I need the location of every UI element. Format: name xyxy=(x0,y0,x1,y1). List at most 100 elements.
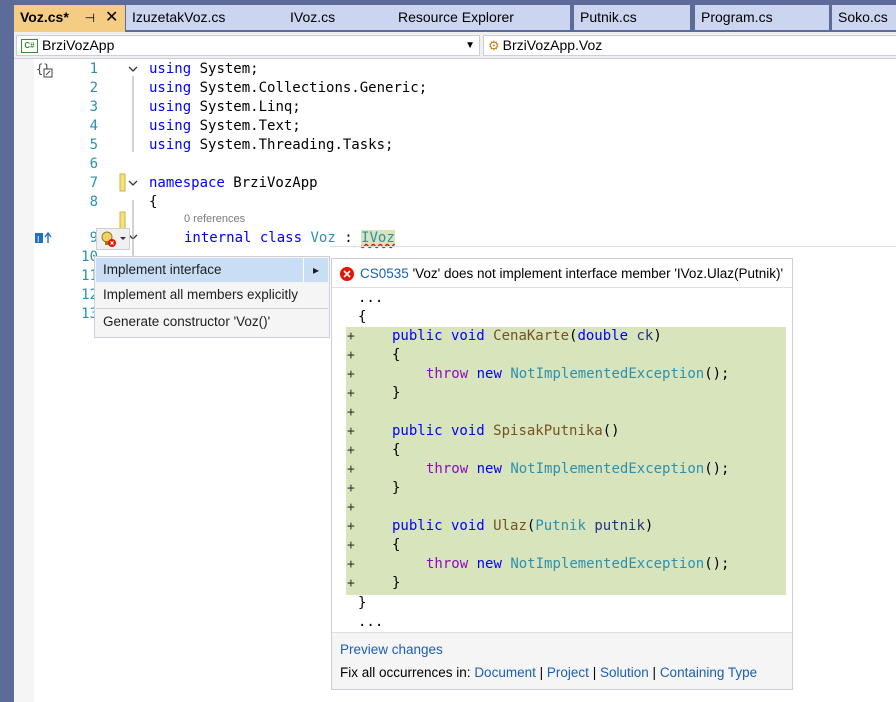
chevron-down-icon: ▼ xyxy=(465,40,475,51)
tab-resource-explorer[interactable]: Resource Explorer xyxy=(392,5,570,30)
tab-izuzetakvoz-cs[interactable]: IzuzetakVoz.cs xyxy=(126,5,292,30)
csharp-project-icon: C# xyxy=(21,39,38,54)
preview-throw-line: throw new NotImplementedException(); xyxy=(426,556,730,572)
menu-item-implement-interface[interactable]: Implement interface ▸ xyxy=(96,258,328,282)
diff-plus-marker: + xyxy=(347,500,355,515)
current-line-border xyxy=(330,246,896,247)
svg-text:I: I xyxy=(37,235,39,244)
diff-plus-marker: + xyxy=(347,538,355,553)
line-number: 2 xyxy=(89,80,98,96)
menu-item-generate-constructor[interactable]: Generate constructor 'Voz()' xyxy=(96,310,328,334)
preview-throw-line: throw new NotImplementedException(); xyxy=(426,461,730,477)
menu-divider xyxy=(96,308,328,309)
error-message: 'Voz' does not implement interface membe… xyxy=(412,266,784,281)
scope-project-link[interactable]: Project xyxy=(547,665,589,680)
fix-all-row: Fix all occurrences in: Document | Proje… xyxy=(340,665,757,680)
tab-program-cs[interactable]: Program.cs xyxy=(695,5,829,30)
line-number: 5 xyxy=(89,137,98,153)
line-number: 8 xyxy=(89,194,98,210)
preview-code-line: } xyxy=(392,385,401,401)
diff-plus-marker: + xyxy=(347,481,355,496)
preview-method-signature: public void SpisakPutnika() xyxy=(392,423,620,439)
indicator-margin xyxy=(14,59,34,702)
document-tab-bar: Voz.cs* ⊣ ✕ IzuzetakVoz.cs IVoz.cs Resou… xyxy=(14,0,896,32)
line-number: 6 xyxy=(89,156,98,172)
diff-plus-marker: + xyxy=(347,386,355,401)
error-description: CS0535 'Voz' does not implement interfac… xyxy=(360,266,783,281)
error-code-link[interactable]: CS0535 xyxy=(360,266,409,281)
diff-plus-marker: + xyxy=(347,576,355,591)
project-dropdown[interactable]: C# BrziVozApp ▼ xyxy=(16,35,480,56)
preview-changes-link[interactable]: Preview changes xyxy=(340,642,443,657)
left-frame-strip xyxy=(0,0,14,702)
preview-code-line: { xyxy=(392,347,401,363)
pin-icon[interactable]: ⊣ xyxy=(85,11,95,25)
tab-soko-cs[interactable]: Soko.cs xyxy=(832,5,896,30)
line-number: 9 xyxy=(89,230,98,246)
tab-label: Program.cs xyxy=(701,9,773,25)
preview-footer: Preview changes Fix all occurrences in: … xyxy=(332,632,792,689)
lightbulb-button[interactable] xyxy=(96,228,130,250)
preview-ellipsis: ... xyxy=(358,290,384,306)
project-name: BrziVozApp xyxy=(42,37,115,53)
code-line: namespace BrziVozApp xyxy=(149,175,318,191)
preview-header-divider xyxy=(332,287,792,288)
scope-containing-type-link[interactable]: Containing Type xyxy=(660,665,757,680)
code-line: using System.Linq; xyxy=(149,99,301,115)
preview-code-line: } xyxy=(392,575,401,591)
lightbulb-error-icon xyxy=(101,231,126,247)
tab-label: IzuzetakVoz.cs xyxy=(132,9,226,25)
tab-label: Putnik.cs xyxy=(580,9,637,25)
preview-code-line: } xyxy=(392,480,401,496)
menu-item-label: Generate constructor 'Voz()' xyxy=(103,314,271,329)
preview-method-signature: public void CenaKarte(double ck) xyxy=(392,328,662,344)
tab-label: Resource Explorer xyxy=(398,9,514,25)
code-line: using System.Collections.Generic; xyxy=(149,80,428,96)
preview-changes-panel: CS0535 'Voz' does not implement interfac… xyxy=(331,258,793,690)
preview-code-line: { xyxy=(392,442,401,458)
preview-code-line: { xyxy=(392,537,401,553)
menu-item-implement-all-explicitly[interactable]: Implement all members explicitly xyxy=(96,283,328,307)
separator: | xyxy=(652,665,657,680)
code-line: using System.Threading.Tasks; xyxy=(149,137,394,153)
codelens-references[interactable]: 0 references xyxy=(184,213,245,225)
diff-plus-marker: + xyxy=(347,462,355,477)
close-icon[interactable]: ✕ xyxy=(105,9,118,26)
tab-voz-cs[interactable]: Voz.cs* ⊣ ✕ xyxy=(14,5,125,32)
line-number: 3 xyxy=(89,99,98,115)
scope-document-link[interactable]: Document xyxy=(474,665,536,680)
diff-plus-marker: + xyxy=(347,443,355,458)
line-number: 4 xyxy=(89,118,98,134)
type-dropdown[interactable]: ⚙ BrziVozApp.Voz xyxy=(483,35,896,56)
fix-all-label: Fix all occurrences in: xyxy=(340,665,471,680)
code-line: using System.Text; xyxy=(149,118,301,134)
tab-putnik-cs[interactable]: Putnik.cs xyxy=(574,5,690,30)
error-icon xyxy=(340,267,354,281)
diff-plus-marker: + xyxy=(347,367,355,382)
submenu-arrow-icon[interactable]: ▸ xyxy=(303,258,328,282)
preview-brace-close: } xyxy=(358,595,367,611)
scope-solution-link[interactable]: Solution xyxy=(600,665,649,680)
tab-label: IVoz.cs xyxy=(290,9,336,25)
diff-plus-marker: + xyxy=(347,348,355,363)
tab-ivoz-cs[interactable]: IVoz.cs xyxy=(284,5,392,30)
preview-ellipsis: ... xyxy=(358,614,384,630)
type-name: BrziVozApp.Voz xyxy=(502,37,603,53)
namespace-icon: {} xyxy=(36,62,53,78)
navigation-bar: C# BrziVozApp ▼ ⚙ BrziVozApp.Voz xyxy=(14,32,896,59)
menu-item-label: Implement all members explicitly xyxy=(103,287,299,302)
separator: | xyxy=(539,665,544,680)
line-number: 7 xyxy=(89,175,98,191)
interface-name-error: IVoz xyxy=(361,230,395,246)
preview-method-signature: public void Ulaz(Putnik putnik) xyxy=(392,518,654,534)
diff-plus-marker: + xyxy=(347,405,355,420)
line-number: 1 xyxy=(89,61,98,77)
menu-item-label: Implement interface xyxy=(103,262,222,277)
separator: | xyxy=(592,665,597,680)
quick-actions-menu: Implement interface ▸ Implement all memb… xyxy=(94,256,330,338)
code-line: using System; xyxy=(149,61,259,77)
tab-label: Soko.cs xyxy=(838,9,888,25)
implements-interface-icon[interactable]: I xyxy=(35,231,55,245)
diff-plus-marker: + xyxy=(347,557,355,572)
preview-brace-open: { xyxy=(358,309,367,325)
